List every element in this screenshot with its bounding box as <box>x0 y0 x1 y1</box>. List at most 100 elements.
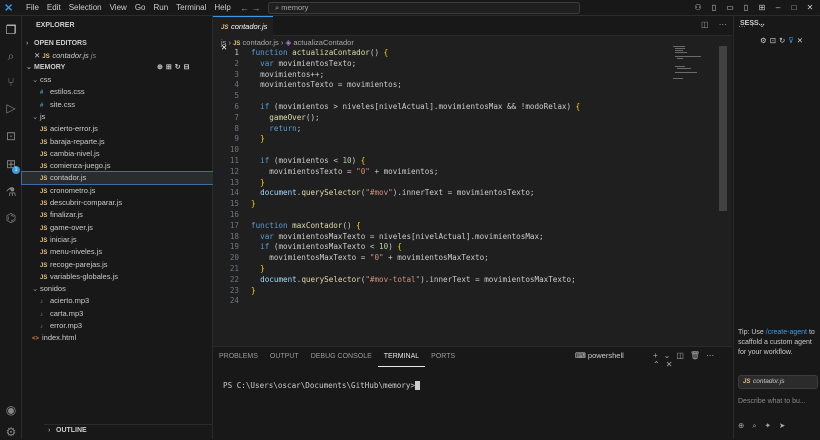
minimap[interactable] <box>673 46 703 86</box>
menu-terminal[interactable]: Terminal <box>172 0 210 16</box>
open-editors-header[interactable]: › OPEN EDITORS <box>22 38 213 50</box>
layout-icon[interactable]: ⊞ <box>754 0 770 16</box>
code-line[interactable]: if (movimientosMaxTexto < 10) { <box>251 242 402 253</box>
open-editor-item[interactable]: ✕ JS contador.js js <box>22 50 213 62</box>
code-line[interactable]: } <box>251 199 256 210</box>
breadcrumb-file[interactable]: contador.js <box>243 38 279 47</box>
code-line[interactable]: var movimientosMaxTexto = niveles[nivelA… <box>251 232 543 243</box>
terminal-shell[interactable]: ⌨ powershell <box>575 351 624 360</box>
editor-actions-icon[interactable]: ◫ ⋯ <box>701 20 731 29</box>
menu-selection[interactable]: Selection <box>65 0 106 16</box>
tab-terminal[interactable]: TERMINAL <box>377 347 426 367</box>
menu-help[interactable]: Help <box>210 0 234 16</box>
code-line[interactable]: } <box>251 178 265 189</box>
tree-file[interactable]: JS cambia-nivel.js <box>22 148 213 160</box>
code-line[interactable]: movimientos++; <box>251 70 324 81</box>
chat-toolbar-icon[interactable]: ⚙⊡↻⊽✕ <box>760 36 806 45</box>
code-line[interactable]: movimientosTexto = "0" + movimientos; <box>251 167 438 178</box>
explorer-icon[interactable]: ❐ <box>3 22 19 38</box>
toggle-sidebar-icon[interactable]: ▯ <box>706 0 722 16</box>
code-line[interactable]: document.querySelector("#mov-total").inn… <box>251 275 576 286</box>
code-line[interactable]: if (movimientos > niveles[nivelActual].m… <box>251 102 580 113</box>
tree-file[interactable]: JS game-over.js <box>22 222 213 234</box>
menu-view[interactable]: View <box>106 0 131 16</box>
tree-folder[interactable]: ⌄ js <box>22 111 213 123</box>
code-line[interactable]: return; <box>251 124 301 135</box>
code-line[interactable]: } <box>251 286 256 297</box>
tree-folder[interactable]: ⌄ sonidos <box>22 283 213 295</box>
chat-input[interactable]: Describe what to bu... <box>738 398 818 405</box>
chat-context-file[interactable]: JS contador.js <box>738 375 818 389</box>
create-agent-link[interactable]: /create-agent <box>766 329 807 336</box>
tree-item-label: recoge-parejas.js <box>50 259 108 269</box>
outline-header[interactable]: › OUTLINE <box>44 424 235 439</box>
tree-file[interactable]: JS recoge-parejas.js <box>22 259 213 271</box>
explorer-actions-icon[interactable]: ⊕⊞↻⊟ <box>157 62 192 74</box>
command-center-search[interactable]: ⌕ memory <box>268 2 580 14</box>
tree-file[interactable]: ♪ acierto.mp3 <box>22 295 213 307</box>
run-debug-icon[interactable]: ▷ <box>3 100 19 116</box>
breadcrumb-symbol[interactable]: actualizaContador <box>293 38 353 47</box>
code-line[interactable]: movimientosMaxTexto = "0" + movimientosM… <box>251 253 488 264</box>
tree-file[interactable]: JS menu-niveles.js <box>22 246 213 258</box>
tree-file[interactable]: # estilos.css <box>22 86 213 98</box>
settings-gear-icon[interactable]: ⚙ <box>3 424 19 440</box>
menu-file[interactable]: File <box>22 0 43 16</box>
workspace-root-header[interactable]: ⌄ MEMORY ⊕⊞↻⊟ <box>22 62 213 74</box>
tree-file[interactable]: JS comienza-juego.js <box>22 160 213 172</box>
code-line[interactable]: movimientosTexto = movimientos; <box>251 80 402 91</box>
tree-file[interactable]: ♪ carta.mp3 <box>22 308 213 320</box>
tab-debug-console[interactable]: DEBUG CONSOLE <box>305 347 378 367</box>
editor-scrollbar[interactable] <box>719 46 727 211</box>
tree-file[interactable]: JS descubrir-comparar.js <box>22 197 213 209</box>
source-control-icon[interactable]: ⑂ <box>3 74 19 90</box>
code-line[interactable]: } <box>251 134 265 145</box>
panel-actions-icon[interactable]: +⌄◫🗑⋯⌃✕ <box>653 351 732 369</box>
breadcrumb-folder[interactable]: js <box>221 38 226 47</box>
toggle-panel-icon[interactable]: ▭ <box>722 0 738 16</box>
tree-item-label: descubrir-comparar.js <box>50 198 123 207</box>
tab-output[interactable]: OUTPUT <box>264 347 305 367</box>
tree-file[interactable]: JS contador.js <box>21 171 214 186</box>
js-file-icon: JS <box>40 127 48 134</box>
python-icon[interactable]: ⌬ <box>3 210 19 226</box>
code-line[interactable]: var movimientosTexto; <box>251 59 356 70</box>
tree-file[interactable]: JS baraja-reparte.js <box>22 136 213 148</box>
tree-file[interactable]: <> index.html <box>22 332 213 344</box>
code-line[interactable]: gameOver(); <box>251 113 319 124</box>
nav-arrows[interactable]: ← → <box>240 2 261 14</box>
code-line[interactable]: document.querySelector("#mov").innerText… <box>251 188 534 199</box>
tree-folder[interactable]: ⌄ css <box>22 74 213 86</box>
chat-header-icons[interactable]: …+⌄ <box>738 20 769 29</box>
tree-file[interactable]: JS acierto-error.js <box>22 123 213 135</box>
code-line[interactable]: } <box>251 264 265 275</box>
tree-file[interactable]: JS iniciar.js <box>22 234 213 246</box>
tree-file[interactable]: JS variables-globales.js <box>22 271 213 283</box>
tab-contador[interactable]: JS contador.js ✕ <box>213 16 273 52</box>
remote-explorer-icon[interactable]: ⊡ <box>3 128 19 144</box>
testing-icon[interactable]: ⚗ <box>3 184 19 200</box>
tree-file[interactable]: JS finalizar.js <box>22 209 213 221</box>
menu-edit[interactable]: Edit <box>43 0 65 16</box>
code-line[interactable]: function maxContador() { <box>251 221 361 232</box>
terminal-output[interactable]: PS C:\Users\oscar\Documents\GitHub\memor… <box>223 381 420 390</box>
tree-file[interactable]: # site.css <box>22 99 213 111</box>
account-icon[interactable]: ◉ <box>3 402 19 418</box>
tree-file[interactable]: ♪ error.mp3 <box>22 320 213 332</box>
tab-problems[interactable]: PROBLEMS <box>213 347 264 367</box>
maximize-icon[interactable]: □ <box>786 0 802 16</box>
toggle-secondary-icon[interactable]: ▯ <box>738 0 754 16</box>
menu-go[interactable]: Go <box>131 0 150 16</box>
copilot-icon[interactable]: ⚇ <box>690 0 706 16</box>
chat-input-actions-icon[interactable]: ⊕ ⌕ ✦ ➤ <box>738 421 818 431</box>
search-icon[interactable]: ⌕ <box>3 48 19 64</box>
code-line[interactable]: if (movimientos < 10) { <box>251 156 365 167</box>
code-line[interactable]: function actualizaContador() { <box>251 48 388 59</box>
tab-ports[interactable]: PORTS <box>425 347 461 367</box>
minimize-icon[interactable]: – <box>770 0 786 16</box>
close-editor-icon[interactable]: ✕ <box>34 51 42 60</box>
menu-run[interactable]: Run <box>149 0 172 16</box>
close-icon[interactable]: ✕ <box>802 0 818 16</box>
tree-file[interactable]: JS cronometro.js <box>22 185 213 197</box>
code-area[interactable]: 1 function actualizaContador() {2 var mov… <box>213 48 732 328</box>
